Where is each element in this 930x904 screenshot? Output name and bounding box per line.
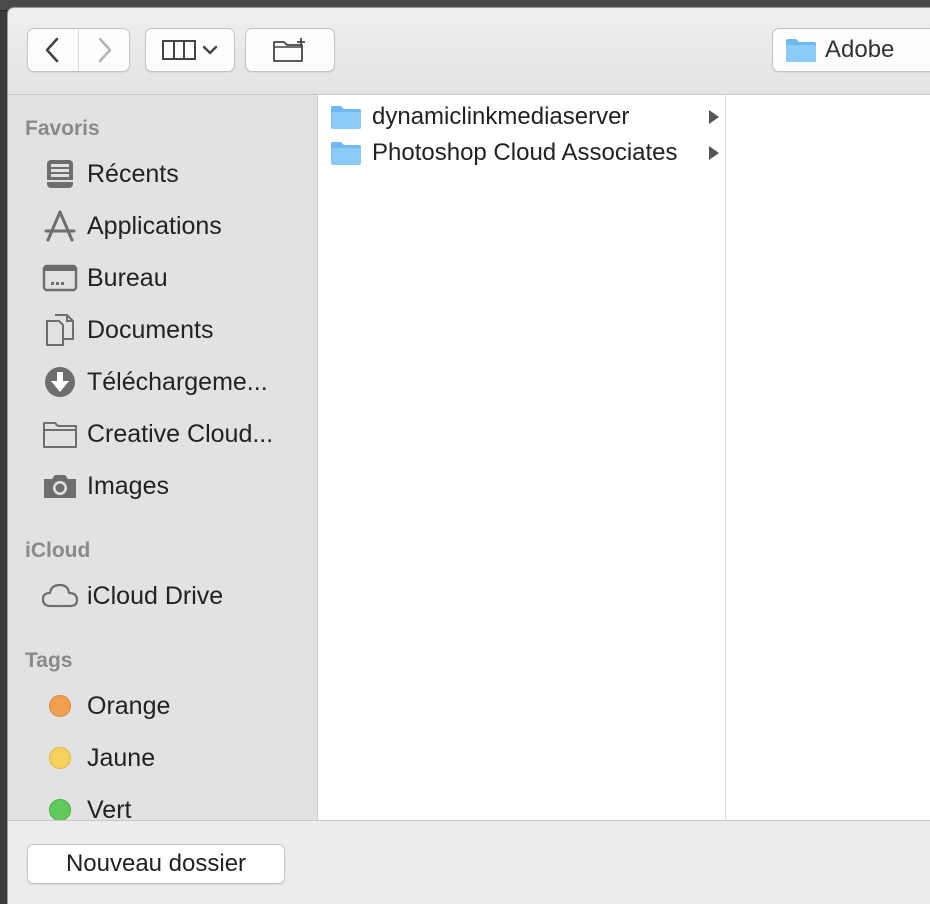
sidebar-item-label: Images: [87, 471, 169, 500]
folder-icon: [41, 417, 79, 451]
sidebar-item-label: Bureau: [87, 263, 168, 292]
sidebar-item-label: Creative Cloud...: [87, 419, 274, 448]
file-browser: dynamiclinkmediaserver Photoshop Cloud A…: [318, 95, 930, 820]
folder-add-icon: [273, 38, 305, 62]
location-label: Adobe: [825, 36, 895, 63]
sidebar-item-label: Documents: [87, 315, 214, 344]
sidebar-tag-green[interactable]: Vert: [41, 790, 311, 820]
sidebar-item-documents[interactable]: Documents: [41, 310, 311, 350]
chevron-right-icon: [98, 37, 112, 63]
forward-button[interactable]: [78, 29, 129, 71]
new-folder-button[interactable]: Nouveau dossier: [27, 844, 285, 884]
applications-icon: [41, 209, 79, 243]
dialog-footer: Nouveau dossier: [8, 820, 930, 904]
documents-icon: [41, 313, 79, 347]
sidebar-section-tags: Tags: [25, 649, 73, 672]
downloads-icon: [41, 365, 79, 399]
sidebar-tag-yellow[interactable]: Jaune: [41, 738, 311, 778]
chevron-left-icon: [45, 37, 59, 63]
sidebar-item-downloads[interactable]: Téléchargeme...: [41, 362, 311, 402]
new-folder-toolbar-button[interactable]: [245, 28, 335, 72]
disclosure-arrow-icon: [709, 110, 719, 124]
view-mode-button[interactable]: [145, 28, 235, 72]
chevron-down-icon: [202, 45, 218, 55]
sidebar-item-images[interactable]: Images: [41, 466, 311, 506]
open-file-dialog: Adobe Favoris Récents Applications Burea…: [8, 8, 930, 904]
tag-dot-icon: [41, 741, 79, 775]
folder-icon: [331, 142, 361, 165]
folder-icon: [331, 106, 361, 129]
tag-dot-icon: [41, 793, 79, 820]
location-popup-button[interactable]: Adobe: [772, 28, 930, 72]
browser-column: dynamiclinkmediaserver Photoshop Cloud A…: [318, 95, 726, 820]
back-button[interactable]: [28, 29, 78, 71]
recents-icon: [41, 157, 79, 191]
tag-dot-icon: [41, 689, 79, 723]
toolbar: Adobe: [8, 8, 930, 95]
column-view-icon: [162, 40, 196, 60]
sidebar-item-label: Récents: [87, 159, 179, 188]
sidebar-section-icloud: iCloud: [25, 539, 91, 562]
sidebar-item-creative-cloud[interactable]: Creative Cloud...: [41, 414, 311, 454]
item-name: dynamiclinkmediaserver: [372, 103, 630, 130]
cloud-icon: [41, 579, 79, 613]
sidebar-item-recents[interactable]: Récents: [41, 154, 311, 194]
desktop-icon: [41, 261, 79, 295]
sidebar-item-label: Applications: [87, 211, 222, 240]
sidebar: Favoris Récents Applications Bureau Docu…: [8, 95, 318, 820]
navigation-buttons: [27, 28, 130, 72]
sidebar-item-icloud-drive[interactable]: iCloud Drive: [41, 576, 311, 616]
sidebar-item-label: Téléchargeme...: [87, 367, 268, 396]
list-item[interactable]: Photoshop Cloud Associates: [318, 135, 726, 171]
sidebar-item-label: Orange: [87, 691, 171, 720]
sidebar-tag-orange[interactable]: Orange: [41, 686, 311, 726]
sidebar-item-desktop[interactable]: Bureau: [41, 258, 311, 298]
list-item[interactable]: dynamiclinkmediaserver: [318, 99, 726, 135]
disclosure-arrow-icon: [709, 146, 719, 160]
sidebar-item-label: iCloud Drive: [87, 581, 224, 610]
folder-icon: [786, 39, 816, 62]
item-name: Photoshop Cloud Associates: [372, 139, 678, 166]
sidebar-item-label: Jaune: [87, 743, 156, 772]
sidebar-item-label: Vert: [87, 795, 132, 821]
camera-icon: [41, 469, 79, 503]
sidebar-item-applications[interactable]: Applications: [41, 206, 311, 246]
sidebar-section-favorites: Favoris: [25, 117, 100, 140]
